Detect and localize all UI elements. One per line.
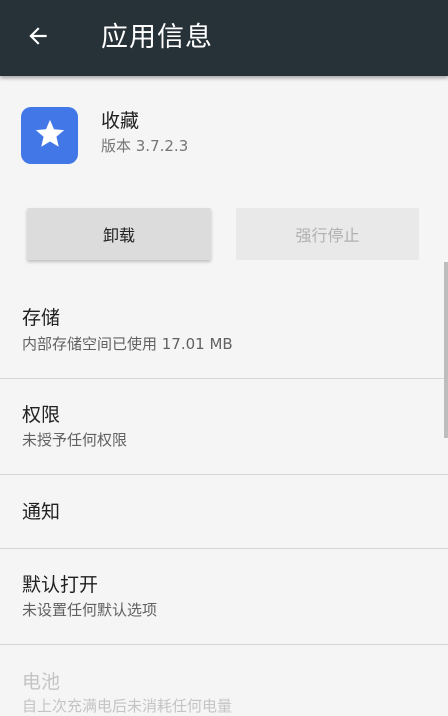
settings-item-title: 电池: [22, 671, 61, 693]
star-icon: [33, 117, 67, 155]
uninstall-button[interactable]: 卸载: [27, 208, 211, 260]
app-header: 收藏 版本 3.7.2.3: [0, 76, 448, 186]
back-button[interactable]: [14, 14, 62, 62]
settings-item-title: 通知: [22, 501, 61, 523]
app-bar: 应用信息: [0, 0, 448, 76]
settings-item-battery: 电池 自上次充满电后未消耗任何电量: [0, 645, 448, 715]
settings-item-subtitle: 未设置任何默认选项: [22, 601, 158, 619]
settings-item-title: 存储: [22, 307, 61, 329]
settings-item-storage[interactable]: 存储 内部存储空间已使用 17.01 MB: [0, 290, 448, 378]
app-icon: [21, 107, 78, 164]
settings-item-permissions[interactable]: 权限 未授予任何权限: [0, 379, 448, 474]
settings-item-subtitle: 内部存储空间已使用 17.01 MB: [22, 335, 233, 353]
app-version: 版本 3.7.2.3: [101, 137, 189, 155]
settings-item-title: 权限: [22, 404, 61, 426]
page-title: 应用信息: [101, 22, 213, 53]
settings-item-notifications[interactable]: 通知: [0, 475, 448, 548]
arrow-left-icon: [25, 23, 51, 53]
force-stop-button: 强行停止: [236, 208, 419, 260]
settings-item-title: 默认打开: [22, 574, 99, 596]
settings-item-subtitle: 未授予任何权限: [22, 431, 128, 449]
scrollbar[interactable]: [444, 262, 448, 438]
settings-item-subtitle: 自上次充满电后未消耗任何电量: [22, 697, 233, 715]
app-name: 收藏: [101, 110, 140, 132]
settings-item-open-by-default[interactable]: 默认打开 未设置任何默认选项: [0, 549, 448, 644]
